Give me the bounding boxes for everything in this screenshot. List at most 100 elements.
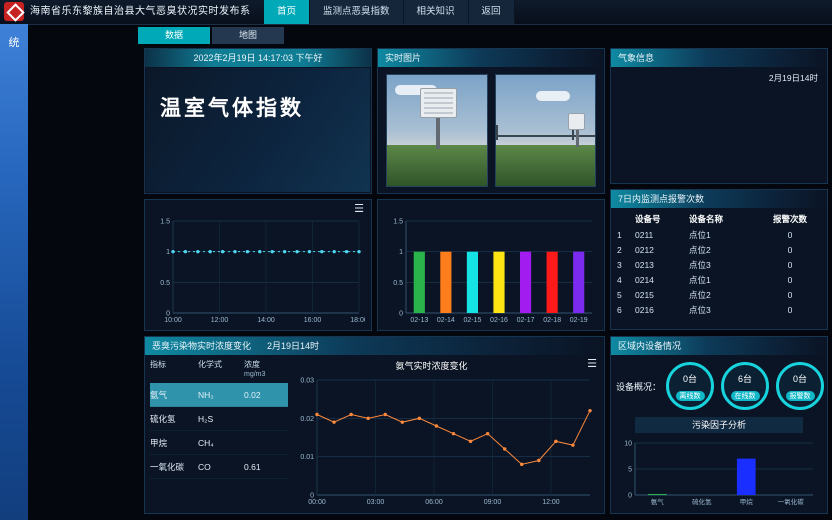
svg-text:12:00: 12:00 [211, 317, 229, 324]
nav-item-1[interactable]: 首页 [264, 0, 310, 24]
monitor-pole [436, 115, 440, 149]
svg-text:0.5: 0.5 [393, 280, 403, 287]
factor-title: 污染因子分析 [635, 417, 803, 433]
alarm-count: 0 [765, 243, 815, 258]
col-alarm-count: 报警次数 [765, 213, 815, 225]
nh3-chart-title: 氨气实时浓度变化 [295, 359, 568, 372]
device-id: 0216 [635, 303, 689, 318]
fence-post [496, 125, 498, 140]
device-id: 0211 [635, 228, 689, 243]
svg-text:一氧化碳: 一氧化碳 [778, 497, 805, 506]
stat-value: 6台 [724, 372, 766, 385]
device-id: 0212 [635, 243, 689, 258]
nav-item-2[interactable]: 监测点恶臭指数 [310, 0, 404, 24]
tab-2[interactable]: 地图 [212, 27, 284, 44]
svg-text:0: 0 [399, 311, 403, 318]
photo-grass [496, 145, 596, 186]
device-stat-circle: 0台报警数 [776, 362, 824, 410]
svg-text:10:00: 10:00 [164, 317, 182, 324]
sidebar: 统 [0, 24, 28, 520]
pollutant-row[interactable]: 氨气NH₃0.02 [150, 383, 288, 407]
panel-devices: 区域内设备情况 设备概况： 0台离线数6台在线数0台报警数 污染因子分析 051… [610, 336, 828, 514]
nav-item-3[interactable]: 相关知识 [404, 0, 469, 24]
row-index: 5 [617, 288, 635, 303]
device-name: 点位3 [689, 303, 765, 318]
col-value-unit: mg/m3 [244, 370, 286, 380]
svg-text:03:00: 03:00 [367, 499, 385, 506]
alarm-table-row: 50215点位20 [611, 288, 827, 303]
panel-weather: 气象信息 2月19日14时 [610, 48, 828, 184]
svg-text:0: 0 [628, 493, 632, 500]
svg-text:02-15: 02-15 [463, 317, 481, 324]
svg-text:1.5: 1.5 [160, 219, 170, 226]
photo-cloud [536, 91, 570, 101]
device-name: 点位1 [689, 273, 765, 288]
svg-text:0.5: 0.5 [160, 280, 170, 287]
photos-header: 实时图片 [378, 49, 604, 67]
svg-text:0.02: 0.02 [300, 416, 314, 423]
row-index: 3 [617, 258, 635, 273]
device-id: 0213 [635, 258, 689, 273]
svg-text:5: 5 [628, 467, 632, 474]
svg-text:02-17: 02-17 [517, 317, 535, 324]
device-stats: 0台离线数6台在线数0台报警数 [666, 362, 824, 410]
row-index: 6 [617, 303, 635, 318]
col-device-name: 设备名称 [689, 213, 765, 225]
stat-value: 0台 [779, 372, 821, 385]
alarm-table-row: 30213点位30 [611, 258, 827, 273]
pollutant-formula: CH₄ [198, 438, 244, 448]
panel-clock: 2022年2月19日 14:17:03 下午好 温室气体指数 [144, 48, 372, 194]
device-name: 点位1 [689, 228, 765, 243]
chart-menu-icon[interactable]: ☰ [354, 202, 364, 215]
stat-value: 0台 [669, 372, 711, 385]
nav-item-4[interactable]: 返回 [469, 0, 515, 24]
col-value-label: 浓度 [244, 360, 260, 369]
device-overview: 设备概况： 0台离线数6台在线数0台报警数 [616, 362, 825, 410]
alarm-count: 0 [765, 258, 815, 273]
svg-text:02-14: 02-14 [437, 317, 455, 324]
factor-bar-chart: 0510氨气硫化氢甲烷一氧化碳 [617, 437, 819, 508]
svg-text:12:00: 12:00 [542, 499, 560, 506]
col-formula: 化学式 [198, 360, 244, 380]
pollutant-name: 一氧化碳 [150, 461, 198, 473]
monitor-device [420, 88, 457, 118]
device-name: 点位3 [689, 258, 765, 273]
alarm-table-body: 10211点位1020212点位2030213点位3040214点位105021… [611, 228, 827, 318]
device-name: 点位2 [689, 288, 765, 303]
device-overview-label: 设备概况： [616, 380, 666, 393]
svg-text:00:00: 00:00 [308, 499, 326, 506]
panel-daily-bars: 00.511.502-1302-1402-1502-1602-1702-1802… [377, 199, 605, 331]
pollutant-row[interactable]: 一氧化碳CO0.61 [150, 455, 288, 479]
pollutant-row[interactable]: 甲烷CH₄ [150, 431, 288, 455]
view-tabs: 数据地图 [138, 27, 286, 44]
pollutant-name: 氨气 [150, 389, 198, 401]
device-vents [424, 92, 453, 114]
pollutant-row[interactable]: 硫化氢H₂S [150, 407, 288, 431]
row-index: 2 [617, 243, 635, 258]
panel-index-trend: ☰ 00.511.510:0012:0014:0016:0018:00 [144, 199, 372, 331]
pollutant-table-body: 氨气NH₃0.02硫化氢H₂S甲烷CH₄一氧化碳CO0.61 [150, 383, 288, 479]
chart-menu-icon[interactable]: ☰ [587, 357, 597, 370]
svg-text:16:00: 16:00 [304, 317, 322, 324]
stat-label: 在线数 [731, 391, 760, 401]
pollutant-name: 甲烷 [150, 437, 198, 449]
app-title: 海南省乐东黎族自治县大气恶臭状况实时发布系 [30, 0, 251, 24]
pollutant-formula: H₂S [198, 414, 244, 424]
monitor-photo-2[interactable] [495, 74, 597, 187]
tab-1[interactable]: 数据 [138, 27, 210, 44]
alarm-header: 7日内监测点报警次数 [611, 190, 827, 208]
concentration-time: 2月19日14时 [267, 341, 319, 351]
svg-text:0.01: 0.01 [300, 454, 314, 461]
stat-label: 报警数 [786, 391, 815, 401]
device-name: 点位2 [689, 243, 765, 258]
monitor-pole [576, 127, 579, 147]
monitor-photo-1[interactable] [386, 74, 488, 187]
pollutant-value: 0.61 [244, 462, 286, 472]
col-value: 浓度mg/m3 [244, 360, 286, 380]
device-id: 0214 [635, 273, 689, 288]
devices-header: 区域内设备情况 [611, 337, 827, 355]
alarm-count: 0 [765, 273, 815, 288]
row-index: 1 [617, 228, 635, 243]
svg-text:02-13: 02-13 [410, 317, 428, 324]
pollutant-formula: NH₃ [198, 390, 244, 400]
